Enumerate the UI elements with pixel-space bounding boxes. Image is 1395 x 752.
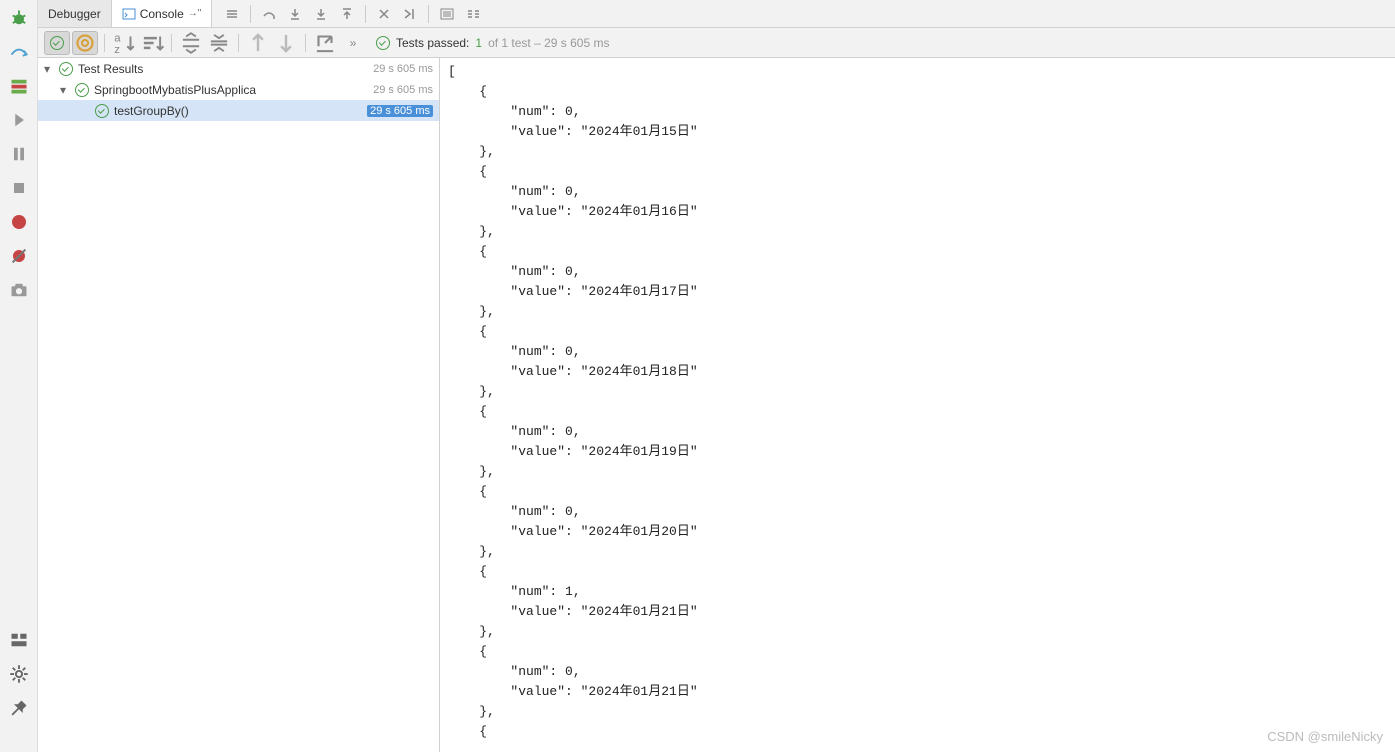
tests-passed-of: of 1 test – 29 s 605 ms (488, 36, 609, 50)
chevron-down-icon[interactable]: ▾ (44, 62, 58, 76)
tab-console[interactable]: Console →" (112, 0, 213, 27)
debug-toolbar (212, 0, 485, 27)
run-to-cursor-icon[interactable] (398, 2, 422, 26)
tests-passed-count: 1 (475, 36, 482, 50)
ok-icon (58, 61, 74, 77)
show-execution-point-icon[interactable] (220, 2, 244, 26)
test-tree: ▾ Test Results 29 s 605 ms ▾ SpringbootM… (38, 58, 440, 752)
show-ignored-icon[interactable] (72, 31, 98, 55)
watermark: CSDN @smileNicky (1267, 729, 1383, 744)
layout-icon[interactable] (9, 630, 29, 650)
export-icon[interactable] (312, 31, 338, 55)
evaluate-icon[interactable] (435, 2, 459, 26)
console-tab-icon (122, 7, 136, 21)
tree-method-time: 29 s 605 ms (367, 105, 433, 117)
svg-text:z: z (114, 43, 120, 55)
tab-pin-icon: →" (188, 8, 202, 19)
ok-icon (376, 36, 390, 50)
chevron-down-icon[interactable]: ▾ (60, 83, 74, 97)
step-out-icon[interactable] (335, 2, 359, 26)
tree-root-time: 29 s 605 ms (373, 63, 433, 75)
tabs-row: Debugger Console →" (38, 0, 1395, 28)
force-step-into-icon[interactable] (309, 2, 333, 26)
bug-icon[interactable] (9, 8, 29, 28)
step-over-btn-icon[interactable] (257, 2, 281, 26)
play-icon[interactable] (9, 110, 29, 130)
tree-root[interactable]: ▾ Test Results 29 s 605 ms (38, 58, 439, 79)
separator (428, 5, 429, 23)
trace-icon[interactable] (461, 2, 485, 26)
separator (238, 34, 239, 52)
tab-console-label: Console (140, 7, 184, 21)
drop-frame-icon[interactable] (372, 2, 396, 26)
run-toolbar: az » Tests passed: 1 of 1 test – 29 s 60… (38, 28, 1395, 58)
separator (171, 34, 172, 52)
ok-icon (74, 82, 90, 98)
separator (250, 5, 251, 23)
more-icon[interactable]: » (340, 31, 366, 55)
tab-debugger[interactable]: Debugger (38, 0, 112, 27)
console-text: [ { "num": 0, "value": "2024年01月15日" }, … (448, 62, 1395, 742)
left-tool-gutter (0, 0, 38, 752)
breakpoint-icon[interactable] (9, 212, 29, 232)
sort-alpha-icon[interactable]: az (111, 31, 137, 55)
show-passed-icon[interactable] (44, 31, 70, 55)
collapse-all-icon[interactable] (206, 31, 232, 55)
tests-passed-label: Tests passed: (396, 36, 469, 50)
tree-method[interactable]: testGroupBy() 29 s 605 ms (38, 100, 439, 121)
tab-debugger-label: Debugger (48, 7, 101, 21)
pause-icon[interactable] (9, 144, 29, 164)
camera-icon[interactable] (9, 280, 29, 300)
settings-icon[interactable] (9, 664, 29, 684)
separator (305, 34, 306, 52)
step-into-icon[interactable] (283, 2, 307, 26)
stop-icon[interactable] (9, 178, 29, 198)
separator (104, 34, 105, 52)
ok-icon (94, 103, 110, 119)
separator (365, 5, 366, 23)
prev-failed-icon[interactable] (245, 31, 271, 55)
svg-text:a: a (114, 32, 121, 44)
pin-icon[interactable] (9, 698, 29, 718)
tree-class-time: 29 s 605 ms (373, 84, 433, 96)
sort-duration-icon[interactable] (139, 31, 165, 55)
step-over-icon[interactable] (9, 42, 29, 62)
tree-class[interactable]: ▾ SpringbootMybatisPlusApplica 29 s 605 … (38, 79, 439, 100)
test-status: Tests passed: 1 of 1 test – 29 s 605 ms (376, 36, 609, 50)
frames-icon[interactable] (9, 76, 29, 96)
mute-breakpoints-icon[interactable] (9, 246, 29, 266)
console-output[interactable]: [ { "num": 0, "value": "2024年01月15日" }, … (440, 58, 1395, 752)
expand-all-icon[interactable] (178, 31, 204, 55)
next-failed-icon[interactable] (273, 31, 299, 55)
